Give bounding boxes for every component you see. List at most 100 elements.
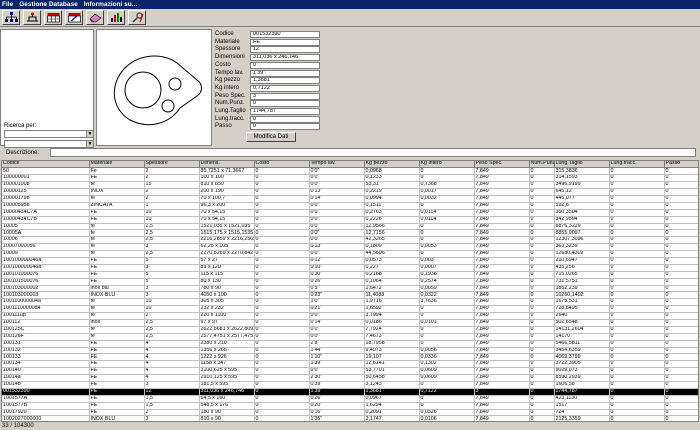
menu-file[interactable]: File <box>2 1 13 8</box>
table-row[interactable]: 10011100000d4 fe 10 232 x 232 0 0'21" 1,6592 0 7… <box>2 305 698 314</box>
connect-button[interactable] <box>23 10 41 25</box>
table-cell: 0 <box>529 181 555 190</box>
table-cell: 0 <box>529 353 555 362</box>
table-row[interactable]: 100100000046b FE 3 89 x 120 0 0'10" 0,227 0,000… <box>2 264 698 272</box>
table-row[interactable]: 100134 FE 4 1158 x 347 0 1'39" 12,6141 0,1302 7,… <box>2 360 698 369</box>
table-cell: 0'0" <box>309 312 365 320</box>
table-row[interactable]: 1001577A FE 1,5 64,5 x 160 0 0'26" 0,0967 0 7,84… <box>2 395 698 403</box>
table-row[interactable]: 10006 fe 2,5 2216,2859 x 2216,2565 0 0'0" 42,3… <box>2 236 698 245</box>
table-cell: 7,849 <box>474 374 530 382</box>
table-cell: 0,1936 <box>419 271 475 279</box>
table-cell: 0 <box>609 229 665 238</box>
table-row[interactable]: 10017920 FE 2 180 x 90 0 0'16" 0,2091 0,0326 7,8… <box>2 409 698 417</box>
table-cell: 10011100000d4 <box>2 305 90 314</box>
table-row[interactable]: 100103000003 INOX BLU 3 4050 x 100 0 0'23" 11,… <box>2 291 698 300</box>
table-cell: 0 <box>529 415 555 421</box>
table-cell: 0 <box>254 209 310 217</box>
column-header[interactable]: Dimens. <box>199 161 255 169</box>
column-header[interactable]: Codice <box>2 161 90 169</box>
column-header[interactable]: Passo <box>664 161 698 169</box>
chart-button[interactable] <box>107 10 125 25</box>
table-cell: 2,1747 <box>364 415 420 421</box>
table-row[interactable]: 10007000056 fe 3 62,25 x 105 0 0'13" 0,1809 0,0… <box>2 243 698 252</box>
table-row[interactable]: 100133 FE 4 1222 x 926 0 1'10" 19,107 0,0336 7,8… <box>2 353 698 362</box>
column-header[interactable]: Costo <box>254 161 310 169</box>
table-row[interactable]: 100110000004a fe 10 305 x 305 0 1'0" 1,9716 3,7… <box>2 298 698 307</box>
table-button[interactable] <box>44 10 62 25</box>
table-cell: 4 <box>144 367 200 376</box>
eraser-button[interactable] <box>86 10 104 25</box>
table-cell: 1158 x 347 <box>199 360 255 369</box>
table-row[interactable]: 100125C fe 2,5 2622,8681 x 2622,8093 0 0'0" 7,… <box>2 326 698 334</box>
table-cell: 0 <box>419 333 475 341</box>
table-cell: 1,6294 <box>364 402 420 410</box>
modify-data-button[interactable]: Modifica Dati <box>246 132 296 142</box>
table-row[interactable]: 100132 FE 4 1356 x 266 0 1'44" 9,4073 0,0056 7,8… <box>2 347 698 355</box>
table-cell: 305 x 305 <box>199 298 255 307</box>
table-row[interactable]: 10000100b fe 15 810 x 650 0 0'0" 53,31 0,7368 7,… <box>2 181 698 190</box>
table-row[interactable]: 100126F fe 2,5 2577,4751 x 2577,4751 0 0'0" 7,… <box>2 333 698 341</box>
table-row[interactable]: 10000434C7A FE 10 70 x 54,15 0 0'0" 0,2763 0,01… <box>2 209 698 217</box>
table-cell: 12,6141 <box>364 360 420 369</box>
table-row[interactable]: 100111up fe 2 220 x 1100 0 0'0" 3,7994 0 7,849 0 2… <box>2 312 698 320</box>
table-cell: 0 <box>529 243 555 252</box>
table-cell: 0'0" <box>309 250 365 258</box>
table-row[interactable]: 10005A fe 2,5 1515,175 x 1515,1535 0 0'0" 12,7… <box>2 229 698 238</box>
table-row[interactable]: 100112 inox 2,5 97 x 97 0 0'14" 0,0186 0,0101 7,… <box>2 319 698 327</box>
chevron-down-icon[interactable]: ▼ <box>86 131 93 137</box>
table-row[interactable]: 100140 FE 4 3100,625 x 595 0 0'0" 53,7701 0,060… <box>2 367 698 376</box>
table-cell: FE <box>89 271 145 279</box>
table-row[interactable]: 100131 FE 4 2380 x 210 0 2'8" 18,7958 0 7,849 0 54… <box>2 340 698 348</box>
menu-gestione-database[interactable]: Gestione Database <box>19 1 78 8</box>
table-row[interactable]: 1001577B FE 1,5 548,5 x 176 0 0'20" 1,6294 0 7,8… <box>2 402 698 410</box>
table-cell: 0 <box>419 402 475 410</box>
table-cell: 100140 <box>2 367 90 376</box>
table-row[interactable]: 100101500076 FE 5 80 x 130 0 0'26" 0,1064 0,257… <box>2 278 698 286</box>
table-row[interactable]: 100001798 fe 2 70 x 100,7 0 0'14" 0,0994 0,0032… <box>2 195 698 203</box>
table-row[interactable]: 100100000046a FE 5 57 x 27 0 0'12" 0,0573 0,003… <box>2 257 698 265</box>
column-header[interactable]: Peso Spec. <box>474 161 530 169</box>
table-row[interactable]: 10014b FE 3 181,5 x 595 0 0'39" 3,1243 0 7,849 0 1… <box>2 381 698 389</box>
table-cell: 100101000076 <box>2 271 90 279</box>
table-row[interactable]: 100103000002 inox blu 3 780 x 90 0 0'5" 1,6472… <box>2 285 698 293</box>
table-row[interactable]: 100101000076 FE 5 115 x 115 0 0'30" 0,2168 0,19… <box>2 271 698 279</box>
table-row[interactable]: 10000434C7B FE 10 70 x 54,15 0 0'0" 0,2226 0,01… <box>2 216 698 224</box>
table-row[interactable]: 10005 fe 2,5 1521,035 x 1521,035 0 0'0" 12,956… <box>2 223 698 231</box>
table-row[interactable]: 10014a FE 4 2910,125 x 595 0 2'30" 50,6458 0,06… <box>2 374 698 382</box>
hierarchy-button[interactable] <box>2 10 20 25</box>
table-cell: 181,5 x 595 <box>199 381 255 389</box>
search-combo-2[interactable]: ▼ <box>4 140 94 148</box>
search-combo-1[interactable]: ▼ <box>4 130 94 138</box>
parts-grid[interactable]: Codice Materiale Spessore Dimens. Costo Tempo… <box>1 160 699 422</box>
column-header[interactable]: Lung.tracc. <box>609 161 665 169</box>
column-header[interactable]: Kg intero <box>419 161 475 169</box>
table-row[interactable]: 100000001 FE 2 100 x 100 0 0'0" 0,1233 0 7,849 0 3… <box>2 174 698 183</box>
table-row[interactable]: 50 Fe 2 85,7251 x 71,3667 0 0'0" 0,0968 0 7,849 0… <box>2 167 698 176</box>
table-cell: 0 <box>529 326 555 334</box>
table-cell: 50 <box>2 167 90 176</box>
chevron-down-icon[interactable]: ▼ <box>86 141 93 147</box>
table-row[interactable]: 100005958 ZINCATA 1 96,3 x 200 0 0'0" 0,1511 0 7… <box>2 202 698 210</box>
column-header[interactable]: Tempo lav. <box>309 161 365 169</box>
tools-button[interactable] <box>128 10 146 25</box>
table-cell: 19,107 <box>364 353 420 362</box>
column-header[interactable]: Materiale <box>89 161 145 169</box>
description-field[interactable] <box>50 148 696 157</box>
table-row[interactable]: 10000125 INOX 2 200 x 190 0 0'13" 0,2219 0,0017… <box>2 188 698 196</box>
table-cell: 0'5" <box>309 285 365 293</box>
table-row[interactable]: 1002027000000 INOX BLU 3 810 x 90 0 1'35" 2,17… <box>2 415 698 421</box>
table-cell: 0 <box>529 167 555 176</box>
table-edit-button[interactable] <box>65 10 83 25</box>
table-cell: 0'0" <box>309 202 365 210</box>
column-header[interactable]: Num.Punz. <box>529 161 555 169</box>
menu-informazioni[interactable]: Informazioni su... <box>84 1 137 8</box>
table-cell: 0 <box>254 298 310 307</box>
table-row[interactable]: 10009 fe 2,5 2270,8269 x 2270,842 0 0'0" 44,56… <box>2 250 698 258</box>
table-cell: 0 <box>664 381 698 389</box>
table-cell: 7,849 <box>474 395 530 403</box>
column-header[interactable]: Kg pezzo <box>364 161 420 169</box>
table-cell: 11,4083 <box>364 291 420 300</box>
column-header[interactable]: Lung.Taglio <box>554 161 610 169</box>
column-header[interactable]: Spessore <box>144 161 200 169</box>
table-row[interactable]: 001532390 FE 12 311,036 x 246,746 0 1'39" 1,36… <box>2 388 698 396</box>
